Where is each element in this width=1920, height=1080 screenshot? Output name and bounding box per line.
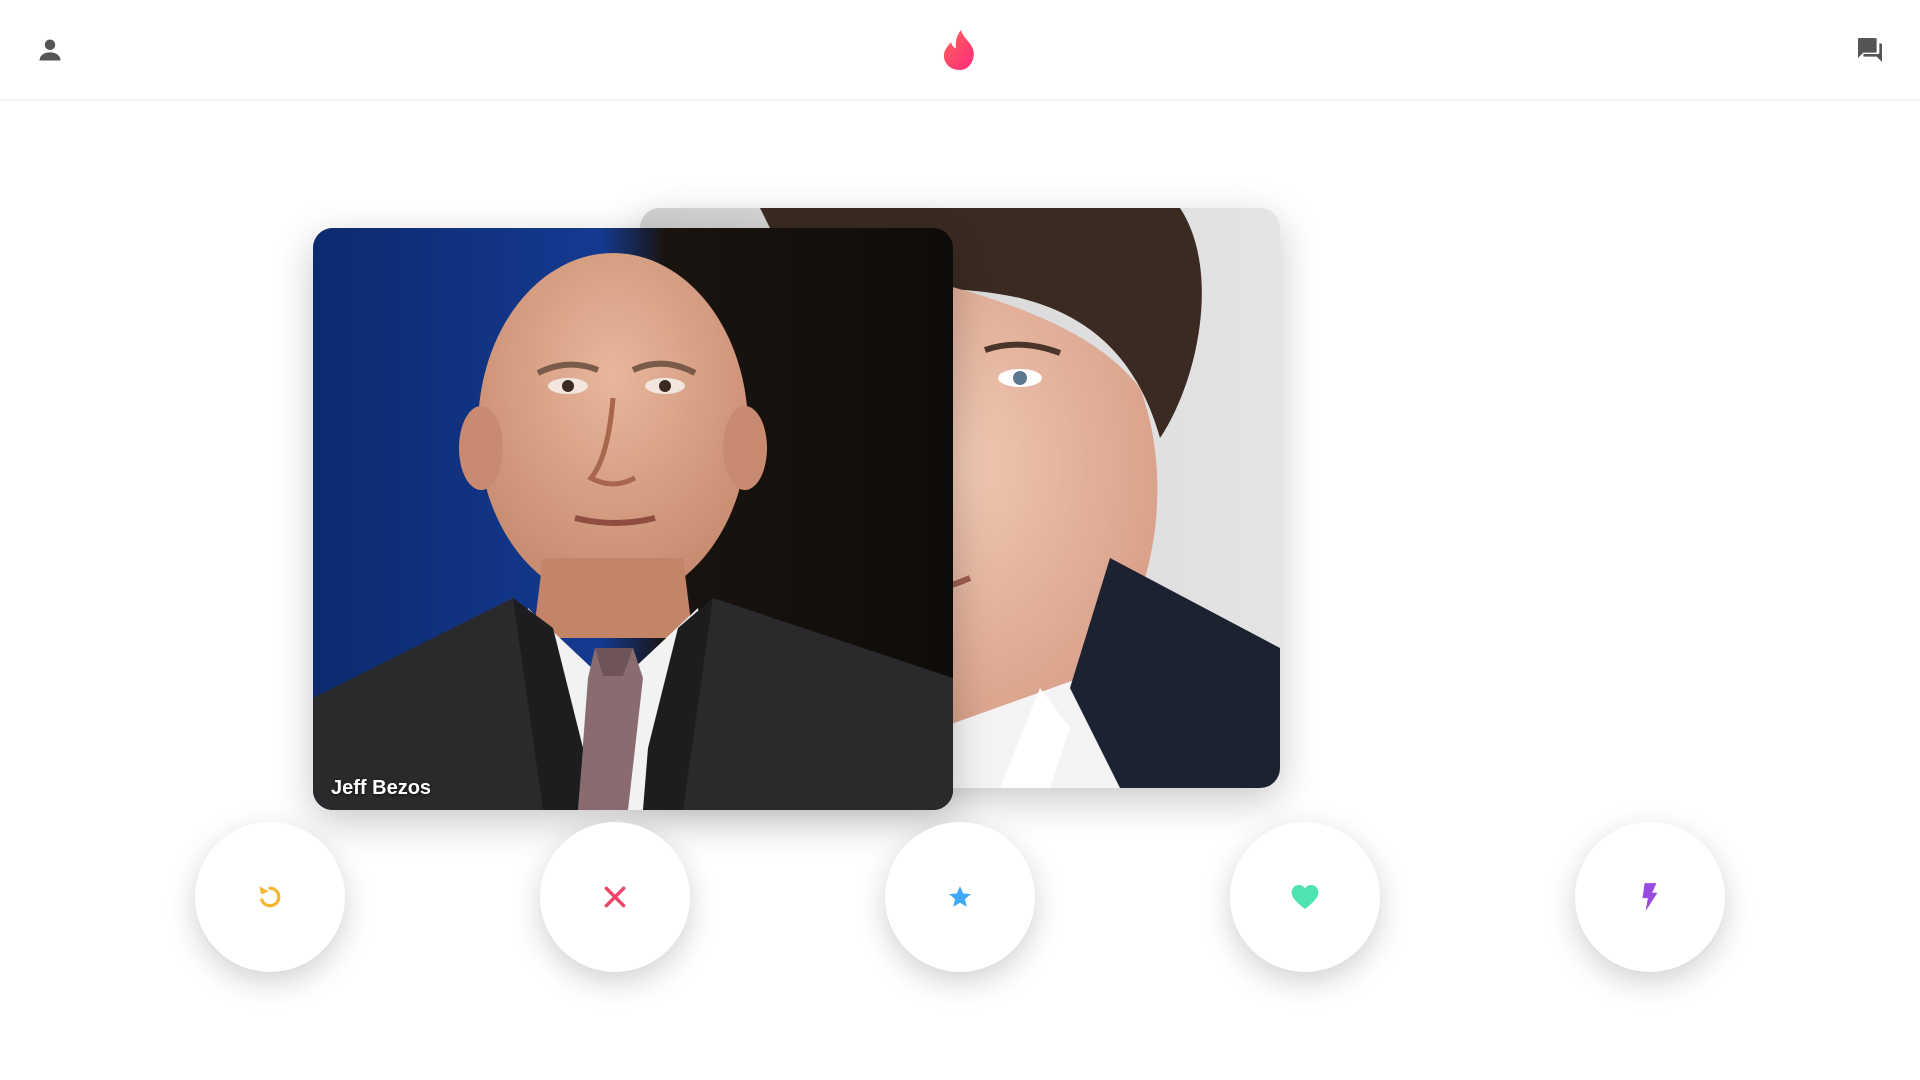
app-logo [936,26,984,74]
heart-icon [1291,885,1319,909]
profile-button[interactable] [30,30,70,70]
nope-button[interactable] [540,822,690,972]
close-icon [604,886,626,908]
super-like-button[interactable] [885,822,1035,972]
messages-button[interactable] [1850,30,1890,70]
person-icon [39,39,61,61]
top-nav-bar [0,0,1920,100]
profile-card-front[interactable]: Jeff Bezos [313,228,953,810]
lightning-icon [1642,883,1658,911]
profile-photo-front [313,228,953,810]
flame-logo-icon [943,30,974,70]
star-icon [949,886,971,907]
rewind-button[interactable] [195,822,345,972]
profile-name-front: Jeff Bezos [331,777,432,799]
rewind-icon [259,886,281,908]
chat-bubbles-icon [1858,38,1882,62]
like-button[interactable] [1230,822,1380,972]
boost-button[interactable] [1575,822,1725,972]
